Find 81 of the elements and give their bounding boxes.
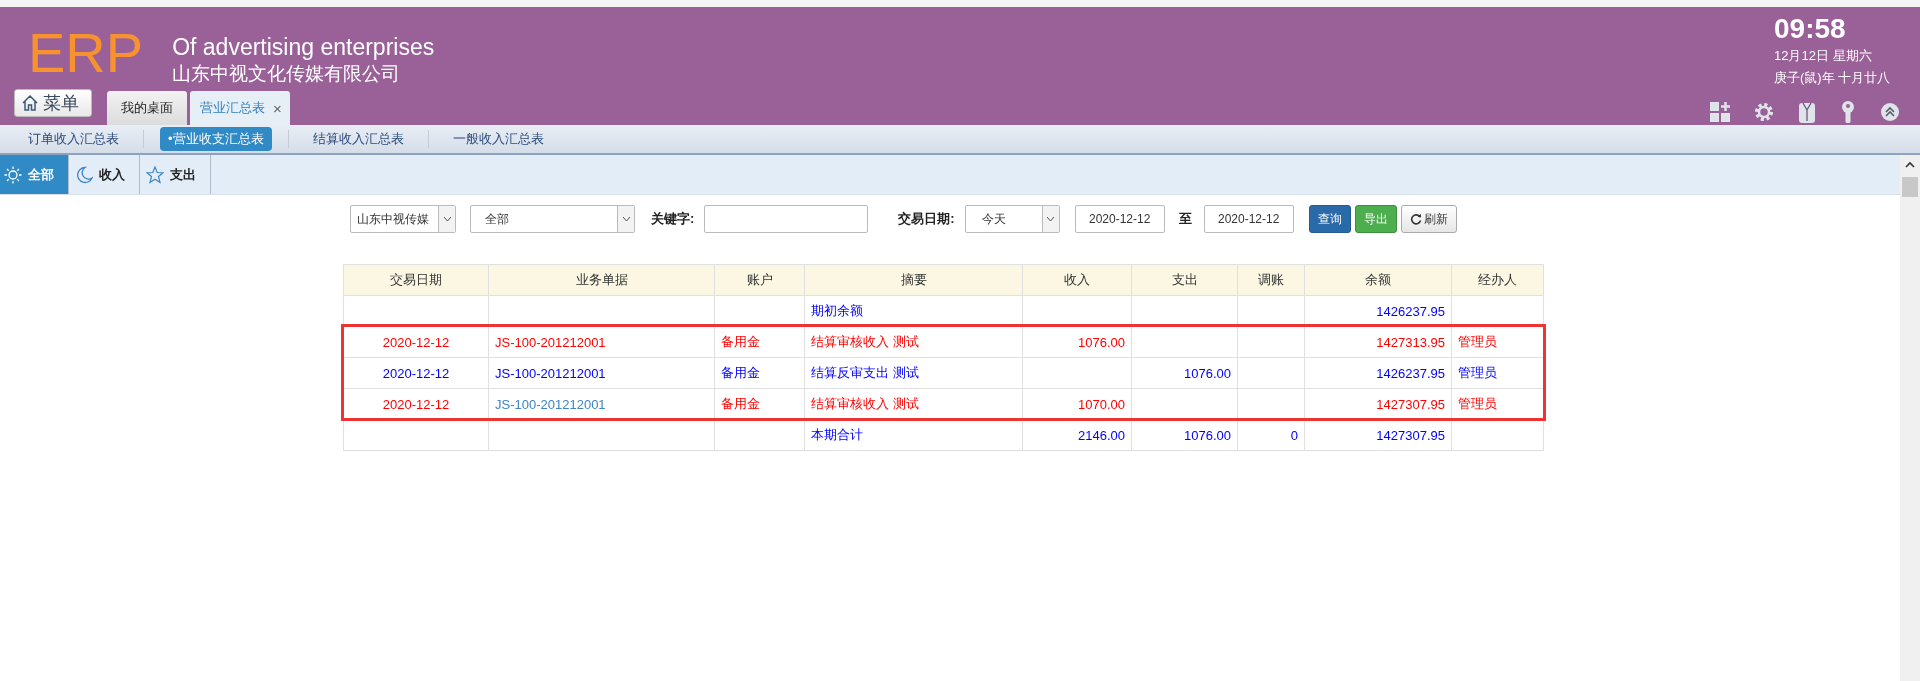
tab[interactable]: 营业汇总表 × (190, 91, 290, 125)
table-cell-text: 本期合计 (810, 426, 864, 444)
query-button[interactable]: 查询 (1308, 205, 1351, 233)
end-date-field[interactable]: 2020-12-12 (1203, 205, 1294, 233)
table-cell-text: 1427313.95 (1375, 333, 1446, 352)
table-cell-text: 1427307.95 (1375, 395, 1446, 414)
filter-tab[interactable]: 全部 (0, 155, 69, 194)
chevron-down-icon (442, 216, 452, 222)
app-title: Of advertising enterprises (172, 33, 435, 61)
type-select[interactable]: 全部 (470, 205, 635, 233)
table-cell-text: 0 (1289, 426, 1299, 445)
chevron-down-icon (621, 216, 631, 222)
close-icon[interactable]: × (273, 99, 282, 117)
table-cell-text: 结算审核收入 测试 (810, 395, 920, 413)
table-cell-text: 管理员 (1457, 364, 1498, 382)
document-link[interactable]: JS-100-201212001 (489, 358, 714, 388)
table-cell-text: 管理员 (1457, 333, 1498, 351)
table-cell-text: 管理员 (1457, 395, 1498, 413)
chevron-down-icon (1046, 216, 1056, 222)
clock-time: 09:58 (1774, 13, 1846, 45)
table-cell-text: 备用金 (720, 395, 761, 413)
table-cell-text: 备用金 (720, 364, 761, 382)
shirt-icon[interactable] (1798, 101, 1816, 123)
grid-plus-icon[interactable] (1710, 102, 1730, 122)
date-range-select[interactable]: 今天 (964, 205, 1060, 233)
table-cell-text: 1426237.95 (1375, 364, 1446, 383)
refresh-icon (1409, 213, 1422, 225)
column-header: 账户 (715, 265, 804, 295)
table-cell-text: 1427307.95 (1375, 426, 1446, 445)
table-cell-text: 1076.00 (1183, 364, 1232, 383)
star-icon (146, 165, 164, 184)
keyword-label: 关键字: (651, 210, 695, 228)
home-icon (21, 94, 39, 112)
table-cell-text: 1070.00 (1077, 395, 1126, 414)
collapse-icon[interactable] (1880, 102, 1900, 122)
settings-icon[interactable] (1754, 102, 1774, 122)
company-name: 山东中视文化传媒有限公司 (172, 62, 402, 86)
filter-tab[interactable]: 支出 (140, 155, 211, 194)
scrollbar-thumb[interactable] (1902, 177, 1918, 197)
date-text: 12月12日 星期六 (1774, 47, 1872, 65)
column-header: 调账 (1238, 265, 1304, 295)
column-header: 业务单据 (489, 265, 714, 295)
column-header: 摘要 (805, 265, 1022, 295)
menu-button[interactable]: 菜单 (14, 89, 92, 117)
column-header: 经办人 (1452, 265, 1543, 295)
lunar-date-text: 庚子(鼠)年 十月廿八 (1774, 69, 1891, 87)
table-cell-text: 1076.00 (1077, 333, 1126, 352)
company-select[interactable]: 山东中视传媒 (350, 205, 456, 233)
keyword-field[interactable] (704, 205, 869, 233)
column-header: 支出 (1132, 265, 1237, 295)
table-cell-text: 1426237.95 (1375, 302, 1446, 321)
table-cell-text: 结算审核收入 测试 (810, 333, 920, 351)
document-link[interactable]: JS-100-201212001 (489, 327, 714, 357)
table-cell-text: 2020-12-12 (381, 395, 451, 414)
sub-nav-link[interactable]: 结算收入汇总表 (304, 127, 412, 151)
key-icon[interactable] (1840, 101, 1856, 123)
sub-nav-link[interactable]: •营业收支汇总表 (160, 127, 272, 151)
date-label: 交易日期: (898, 210, 955, 228)
table-cell-text: 期初余额 (810, 302, 864, 320)
to-label: 至 (1178, 210, 1192, 228)
tab[interactable]: 我的桌面 (107, 91, 187, 125)
scrollbar[interactable] (1900, 155, 1920, 681)
start-date-field[interactable]: 2020-12-12 (1074, 205, 1165, 233)
table-cell-text: 结算反审支出 测试 (810, 364, 920, 382)
column-header: 收入 (1023, 265, 1131, 295)
sub-nav-link[interactable]: 一般收入汇总表 (444, 127, 552, 151)
table-cell-text: 2146.00 (1077, 426, 1126, 445)
scroll-up-icon[interactable] (1905, 161, 1915, 169)
refresh-button[interactable]: 刷新 (1400, 205, 1457, 233)
column-header: 余额 (1305, 265, 1451, 295)
moon-icon (75, 165, 93, 184)
column-header: 交易日期 (344, 265, 488, 295)
table-cell-text: 1076.00 (1183, 426, 1232, 445)
table-cell-text: 2020-12-12 (381, 333, 451, 352)
table-cell-text: 2020-12-12 (381, 364, 451, 383)
table-cell-text: 备用金 (720, 333, 761, 351)
logo-text: ERP (28, 23, 144, 83)
document-link[interactable]: JS-100-201212001 (489, 389, 714, 419)
sub-nav-link[interactable]: 订单收入汇总表 (20, 127, 127, 151)
sun-icon (4, 165, 22, 184)
filter-tab[interactable]: 收入 (69, 155, 140, 194)
